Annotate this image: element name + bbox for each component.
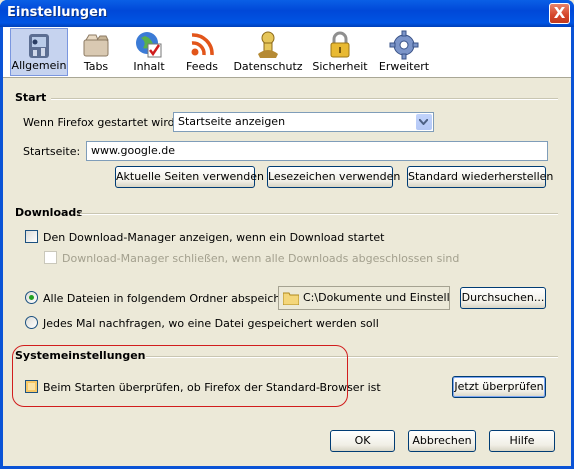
- tab-allgemein-label: Allgemein: [11, 59, 67, 72]
- preferences-window: Einstellungen X Allgemein Tabs Inhalt Fe…: [0, 0, 574, 469]
- startup-select[interactable]: Startseite anzeigen: [173, 112, 434, 132]
- downloads-heading: Downloads: [15, 206, 83, 219]
- tab-inhalt-label: Inhalt: [133, 60, 165, 73]
- tab-erweitert[interactable]: Erweitert: [375, 28, 433, 76]
- ok-button[interactable]: OK: [330, 430, 395, 452]
- use-bookmark-button[interactable]: Lesezeichen verwenden: [267, 166, 400, 188]
- tab-erweitert-label: Erweitert: [378, 60, 430, 73]
- title-bar[interactable]: Einstellungen X: [0, 0, 574, 27]
- tab-sicherheit[interactable]: Sicherheit: [310, 28, 370, 76]
- close-download-manager-checkbox: [44, 251, 57, 264]
- startup-label: Wenn Firefox gestartet wird:: [23, 116, 179, 129]
- tab-datenschutz-label: Datenschutz: [233, 60, 303, 73]
- save-to-folder-radio[interactable]: [25, 291, 38, 304]
- ask-each-time-radio[interactable]: [25, 316, 38, 329]
- startup-select-value: Startseite anzeigen: [178, 115, 286, 128]
- homepage-label: Startseite:: [23, 145, 81, 158]
- start-divider: [51, 98, 558, 100]
- cancel-button[interactable]: Abbrechen: [408, 430, 476, 452]
- content-icon: [136, 32, 162, 58]
- ask-each-time-label[interactable]: Jedes Mal nachfragen, wo eine Datei gesp…: [43, 317, 379, 330]
- restore-default-button[interactable]: Standard wiederherstellen: [407, 166, 553, 188]
- show-download-manager-checkbox[interactable]: [25, 230, 38, 243]
- tab-datenschutz[interactable]: Datenschutz: [231, 28, 305, 76]
- privacy-icon: [258, 31, 278, 58]
- tab-inhalt[interactable]: Inhalt: [125, 28, 173, 76]
- tab-tabs-label: Tabs: [83, 60, 109, 73]
- close-button[interactable]: X: [549, 3, 570, 24]
- gear-icon: [389, 30, 419, 60]
- use-current-pages-button[interactable]: Aktuelle Seiten verwenden: [115, 166, 264, 188]
- browse-button[interactable]: Durchsuchen...: [460, 287, 546, 309]
- tab-feeds[interactable]: Feeds: [178, 28, 226, 76]
- close-download-manager-label: Download-Manager schließen, wenn alle Do…: [62, 252, 460, 265]
- download-folder-field[interactable]: C:\Dokumente und Einstellungen: [278, 286, 450, 310]
- window-title: Einstellungen: [7, 5, 108, 20]
- check-now-button[interactable]: Jetzt überprüfen: [452, 376, 546, 398]
- start-heading: Start: [15, 91, 47, 104]
- tabs-icon: [83, 34, 109, 57]
- chevron-down-icon[interactable]: [416, 114, 432, 130]
- homepage-input[interactable]: www.google.de: [86, 141, 548, 161]
- help-button[interactable]: Hilfe: [489, 430, 555, 452]
- save-to-folder-label[interactable]: Alle Dateien in folgendem Ordner abspeic…: [43, 292, 302, 305]
- general-panel: Start Wenn Firefox gestartet wird: Start…: [3, 79, 571, 466]
- tab-sicherheit-label: Sicherheit: [312, 60, 368, 73]
- folder-icon: [283, 292, 299, 305]
- tab-tabs[interactable]: Tabs: [72, 28, 120, 76]
- show-download-manager-label[interactable]: Den Download-Manager anzeigen, wenn ein …: [43, 231, 384, 244]
- downloads-divider: [80, 213, 558, 215]
- feeds-icon: [191, 33, 214, 56]
- download-folder-path: C:\Dokumente und Einstellungen: [303, 291, 450, 304]
- category-toolbar: Allgemein Tabs Inhalt Feeds Datenschutz …: [3, 27, 571, 78]
- dialog-client: Allgemein Tabs Inhalt Feeds Datenschutz …: [3, 27, 571, 466]
- highlight-annotation: [12, 345, 348, 407]
- tab-allgemein[interactable]: Allgemein: [10, 28, 68, 76]
- general-icon: [29, 34, 49, 58]
- padlock-icon: [330, 31, 350, 58]
- tab-feeds-label: Feeds: [186, 60, 218, 73]
